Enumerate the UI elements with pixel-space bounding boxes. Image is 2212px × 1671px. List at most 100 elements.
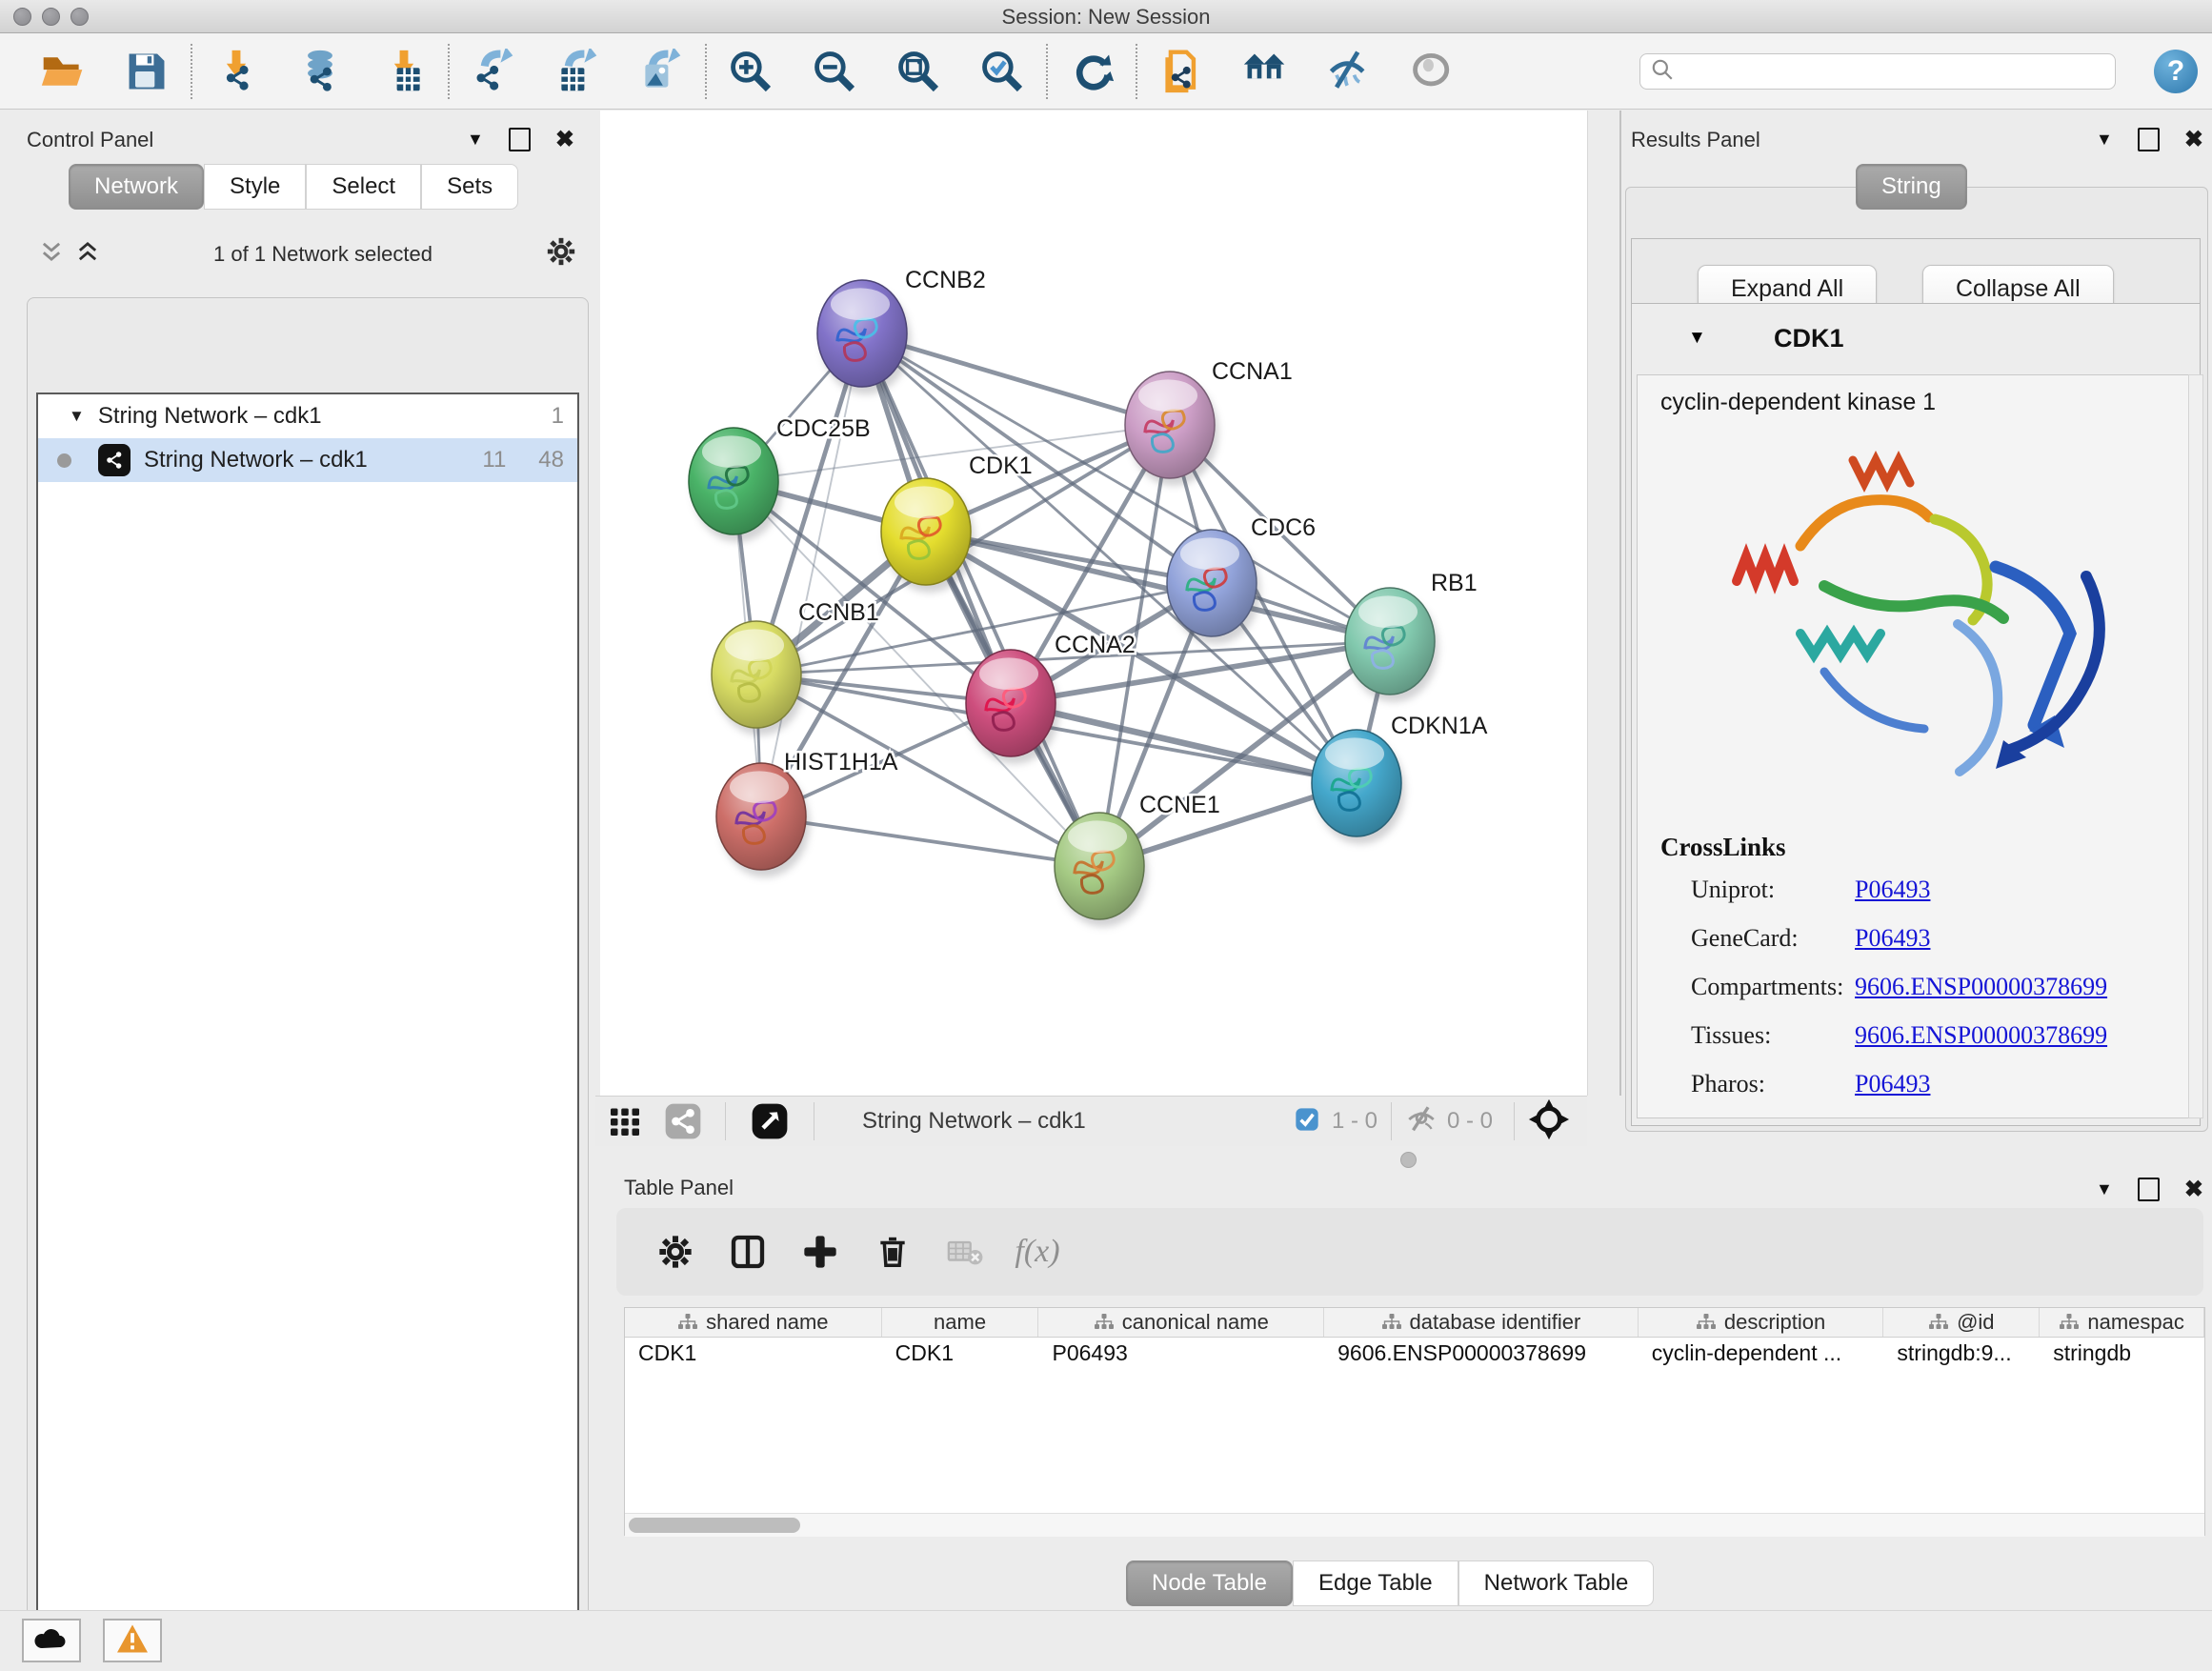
node-CCNA1[interactable] [1125, 372, 1218, 486]
tab-network-table[interactable]: Network Table [1458, 1560, 1655, 1606]
hide-eye-icon[interactable] [1307, 42, 1391, 101]
column-header-description[interactable]: description [1639, 1308, 1884, 1337]
function-builder-icon[interactable]: f(x) [1001, 1234, 1074, 1270]
birds-eye-view-icon[interactable] [739, 1101, 800, 1141]
table-header-row: shared namenamecanonical namedatabase id… [625, 1308, 2204, 1338]
import-database-icon[interactable] [278, 42, 362, 101]
search-input[interactable] [1639, 53, 2116, 90]
column-header-namespac[interactable]: namespac [2040, 1308, 2204, 1337]
close-panel-icon[interactable]: ✖ [555, 126, 574, 153]
float-panel-icon[interactable] [2138, 1178, 2160, 1201]
entry-collapse-icon[interactable]: ▼ [1688, 328, 1706, 349]
tab-sets[interactable]: Sets [421, 164, 518, 210]
export-network-icon[interactable] [452, 42, 535, 101]
zoom-fit-icon[interactable] [876, 42, 960, 101]
node-CDC6[interactable] [1167, 530, 1260, 644]
network-collection-row[interactable]: ▼ String Network – cdk1 1 [38, 394, 577, 438]
node-RB1[interactable] [1345, 588, 1438, 702]
crosslink-value-link[interactable]: P06493 [1855, 924, 1930, 953]
tree-expand-icon[interactable]: ▼ [69, 407, 85, 426]
node-CDC25B[interactable] [689, 428, 782, 542]
table-toolbar: f(x) [616, 1208, 2203, 1296]
tab-select[interactable]: Select [306, 164, 421, 210]
crosslink-value-link[interactable]: P06493 [1855, 876, 1930, 904]
network-edge-count: 48 [538, 447, 564, 473]
canvas-results-splitter[interactable] [1588, 111, 1621, 1096]
node-HIST1H1A[interactable] [716, 763, 810, 877]
collapse-all-trees-icon[interactable] [38, 238, 65, 271]
crosslink-value-link[interactable]: 9606.ENSP00000378699 [1855, 1021, 2107, 1050]
delete-column-icon[interactable] [856, 1234, 929, 1270]
crosslink-label: Uniprot: [1691, 876, 1855, 904]
node-CDKN1A[interactable] [1312, 730, 1405, 844]
show-eye-icon[interactable] [1391, 42, 1475, 101]
zoom-in-icon[interactable] [709, 42, 793, 101]
control-panel-buttons: ▼ ✖ [467, 126, 574, 153]
open-folder-icon[interactable] [21, 42, 105, 101]
homes-icon[interactable] [1223, 42, 1307, 101]
edge-CCNA2-CDKN1A [1011, 703, 1357, 783]
results-scrollbar[interactable] [2188, 374, 2203, 1118]
table-row[interactable]: CDK1CDK1P064939606.ENSP00000378699cyclin… [625, 1338, 2204, 1368]
table-cell: CDK1 [882, 1338, 1039, 1368]
network-canvas[interactable]: CCNB2CCNA1CDC25BCDK1CDC6RB1CCNB1CCNA2CDK… [600, 111, 1588, 1096]
help-button[interactable]: ? [2154, 50, 2198, 93]
entry-name: CDK1 [1774, 324, 1844, 353]
tab-string[interactable]: String [1856, 164, 1967, 210]
export-table-icon[interactable] [535, 42, 619, 101]
network-options-gear-icon[interactable] [545, 235, 577, 273]
tab-edge-table[interactable]: Edge Table [1293, 1560, 1458, 1606]
zoom-selected-icon[interactable] [960, 42, 1044, 101]
selected-checkbox-icon[interactable] [1294, 1106, 1320, 1137]
crosshair-icon[interactable] [1528, 1098, 1570, 1145]
table-hscrollbar-thumb[interactable] [629, 1518, 800, 1533]
zoom-out-icon[interactable] [793, 42, 876, 101]
cloud-button[interactable] [22, 1619, 81, 1662]
gear-icon[interactable] [639, 1233, 712, 1271]
table-hscrollbar[interactable] [625, 1513, 2204, 1537]
collapse-panel-icon[interactable]: ▼ [467, 130, 484, 150]
horizontal-splitter-handle[interactable] [1400, 1152, 1417, 1168]
save-icon[interactable] [105, 42, 189, 101]
tab-network[interactable]: Network [69, 164, 204, 210]
node-CCNE1[interactable] [1055, 813, 1148, 927]
table-tabs: Node TableEdge TableNetwork Table [1126, 1560, 1654, 1606]
columns-icon[interactable] [712, 1233, 784, 1271]
import-network-icon[interactable] [194, 42, 278, 101]
export-image-icon[interactable] [619, 42, 703, 101]
column-header-canonical-name[interactable]: canonical name [1038, 1308, 1324, 1337]
column-header-shared-name[interactable]: shared name [625, 1308, 882, 1337]
network-share-icon[interactable] [654, 1102, 712, 1140]
warning-button[interactable] [103, 1619, 162, 1662]
control-panel-tabs: NetworkStyleSelectSets [69, 164, 518, 210]
float-panel-icon[interactable] [509, 128, 531, 151]
tab-style[interactable]: Style [204, 164, 306, 210]
node-CCNB1[interactable] [712, 621, 805, 735]
close-panel-icon[interactable]: ✖ [2184, 1176, 2203, 1203]
crosslink-row: Pharos:P06493 [1691, 1059, 2186, 1108]
share-document-icon[interactable] [1139, 42, 1223, 101]
crosslink-value-link[interactable]: P06493 [1855, 1070, 1930, 1098]
float-panel-icon[interactable] [2138, 128, 2160, 151]
column-header-name[interactable]: name [882, 1308, 1039, 1337]
column-header--id[interactable]: @id [1883, 1308, 2040, 1337]
import-table-icon[interactable] [362, 42, 446, 101]
add-column-icon[interactable] [784, 1233, 856, 1271]
network-grid-icon[interactable] [595, 1104, 654, 1138]
collapse-panel-icon[interactable]: ▼ [2096, 130, 2113, 150]
node-CDK1[interactable] [881, 478, 975, 593]
protein-structure-image [1710, 433, 2167, 829]
hidden-eye-icon[interactable] [1405, 1103, 1438, 1140]
node-CCNA2[interactable] [966, 650, 1059, 764]
collapse-panel-icon[interactable]: ▼ [2096, 1179, 2113, 1199]
refresh-icon[interactable] [1050, 42, 1134, 101]
delete-table-icon[interactable] [929, 1233, 1001, 1271]
expand-all-trees-icon[interactable] [74, 238, 101, 271]
close-panel-icon[interactable]: ✖ [2184, 126, 2203, 153]
crosslink-value-link[interactable]: 9606.ENSP00000378699 [1855, 973, 2107, 1001]
window-title: Session: New Session [0, 5, 2212, 30]
node-CCNB2[interactable] [817, 280, 911, 394]
column-header-database-identifier[interactable]: database identifier [1324, 1308, 1639, 1337]
network-row-selected[interactable]: String Network – cdk1 11 48 [38, 438, 577, 482]
tab-node-table[interactable]: Node Table [1126, 1560, 1293, 1606]
